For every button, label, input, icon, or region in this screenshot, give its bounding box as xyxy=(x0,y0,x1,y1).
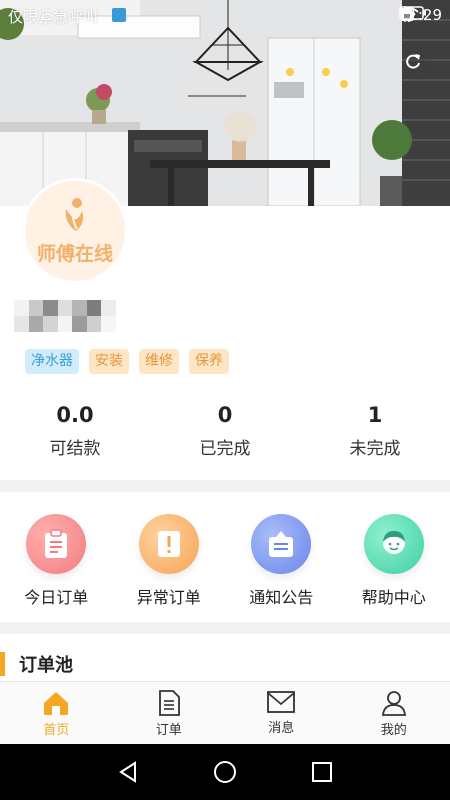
tab-orders-label: 订单 xyxy=(155,723,182,738)
stat-incomplete-value: 1 xyxy=(367,403,383,427)
quick-menu: 今日订单 异常订单 通知公告 帮助中心 xyxy=(0,502,450,620)
tag-maintenance: 保养 xyxy=(189,349,229,374)
stat-completed-label: 已完成 xyxy=(199,439,251,459)
tab-orders[interactable]: 订单 xyxy=(113,682,226,744)
tag-water-purifier: 净水器 xyxy=(25,349,79,374)
tab-mine[interactable]: 我的 xyxy=(338,682,450,744)
stat-settleable-label: 可结款 xyxy=(49,439,101,459)
back-icon[interactable] xyxy=(117,761,139,783)
tab-mine-label: 我的 xyxy=(380,723,407,738)
header-photo: 仅限紧急呼叫 11:29 xyxy=(0,0,450,206)
skill-tags: 净水器 安装 维修 保养 xyxy=(25,349,229,374)
stat-settleable[interactable]: 0.0 可结款 xyxy=(0,400,150,470)
tab-home-label: 首页 xyxy=(43,723,70,738)
stat-settleable-value: 0.0 xyxy=(56,403,94,427)
quick-abnormal-orders[interactable]: 异常订单 xyxy=(113,502,226,620)
tag-repair: 维修 xyxy=(139,349,179,374)
system-nav-bar xyxy=(0,744,450,800)
avatar[interactable]: 师傅在线 xyxy=(22,178,128,284)
tab-home[interactable]: 首页 xyxy=(0,682,113,744)
status-icons: 11:29 xyxy=(399,6,442,24)
emergency-call-text: 仅限紧急呼叫 xyxy=(8,8,99,26)
home-icon xyxy=(44,692,69,715)
tab-messages-label: 消息 xyxy=(268,721,295,736)
stat-completed-value: 0 xyxy=(217,403,233,427)
section-divider xyxy=(0,622,450,634)
brand-logo-icon xyxy=(65,197,84,231)
status-bar: 仅限紧急呼叫 11:29 xyxy=(0,0,450,30)
stat-incomplete[interactable]: 1 未完成 xyxy=(300,400,450,470)
stat-completed[interactable]: 0 已完成 xyxy=(150,400,300,470)
avatar-brand-text: 师傅在线 xyxy=(36,242,113,265)
bottom-tab-bar: 首页 订单 消息 我的 xyxy=(0,681,450,744)
quick-abnormal-orders-label: 异常订单 xyxy=(136,588,201,607)
user-icon xyxy=(381,691,406,716)
clipboard-icon xyxy=(45,529,68,558)
switch-background-button[interactable] xyxy=(404,52,432,80)
document-icon xyxy=(158,690,180,716)
quick-today-orders-label: 今日订单 xyxy=(24,588,89,607)
stat-incomplete-label: 未完成 xyxy=(349,439,401,459)
tab-messages[interactable]: 消息 xyxy=(225,682,338,744)
quick-notices[interactable]: 通知公告 xyxy=(225,502,338,620)
order-pool-header: 订单池 xyxy=(0,650,73,678)
help-person-icon xyxy=(382,531,405,554)
section-accent-bar xyxy=(0,652,5,676)
order-pool-title: 订单池 xyxy=(19,655,73,676)
exclamation-icon xyxy=(157,531,180,557)
usb-debug-icon xyxy=(112,8,126,22)
section-divider xyxy=(0,480,450,492)
battery-charging-icon xyxy=(399,6,426,20)
stats-row: 0.0 可结款 0 已完成 1 未完成 xyxy=(0,400,450,470)
notice-board-icon xyxy=(269,531,294,557)
recent-apps-icon[interactable] xyxy=(311,761,333,783)
quick-notices-label: 通知公告 xyxy=(249,588,314,607)
home-circle-icon[interactable] xyxy=(213,760,237,784)
quick-help-center[interactable]: 帮助中心 xyxy=(338,502,450,620)
refresh-icon xyxy=(406,54,420,69)
kitchen-illustration xyxy=(0,0,450,206)
quick-today-orders[interactable]: 今日订单 xyxy=(0,502,113,620)
quick-help-center-label: 帮助中心 xyxy=(361,588,426,607)
tag-install: 安装 xyxy=(89,349,129,374)
user-name-blurred xyxy=(14,300,116,332)
mail-icon xyxy=(267,691,296,713)
